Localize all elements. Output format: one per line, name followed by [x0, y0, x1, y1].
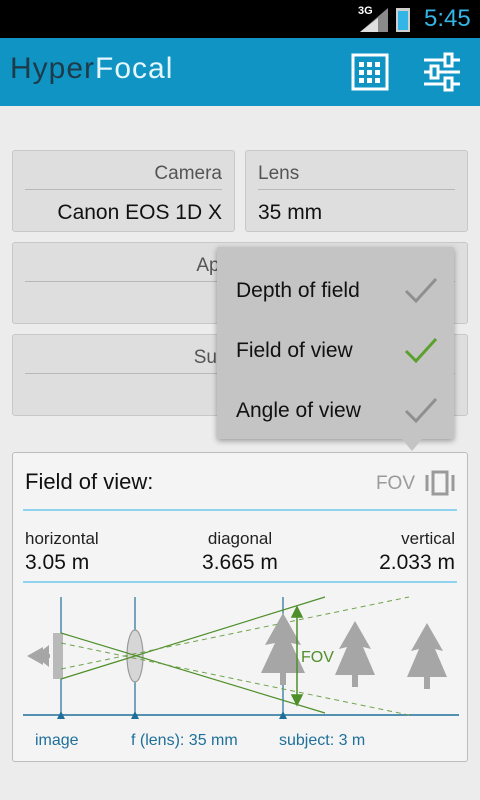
fov-diagram: FOV image f (lens): 35 mm subject: 3 m	[23, 596, 459, 749]
menu-item-label: Angle of view	[236, 399, 361, 422]
calendar-icon[interactable]	[348, 52, 392, 92]
tree-icon	[335, 621, 375, 687]
fov-panel: Field of view: FOV horizontal diagonal v…	[12, 452, 468, 762]
sensor-shape	[53, 633, 63, 679]
divider	[25, 189, 222, 190]
subject-distance-label: subject: 3 m	[279, 732, 365, 749]
subject-tree-icon	[261, 613, 305, 685]
menu-item-angle-of-view[interactable]: Angle of view	[217, 375, 454, 435]
app-title-part1: Hyper	[10, 52, 96, 85]
lens-value: 35 mm	[258, 201, 323, 224]
small-tree-icon	[27, 645, 50, 667]
check-icon	[404, 277, 438, 304]
vertical-value: 2.033 m	[379, 551, 455, 574]
signal-icon	[360, 8, 388, 32]
menu-item-label: Depth of field	[236, 279, 360, 302]
menu-item-field-of-view[interactable]: Field of view	[217, 315, 454, 375]
popup-arrow	[402, 439, 422, 451]
divider	[258, 189, 455, 190]
app-title-part2: Focal	[95, 52, 174, 85]
fov-tag[interactable]: FOV	[376, 473, 415, 495]
mode-popup-menu: Depth of field Field of view Angle of vi…	[217, 247, 454, 439]
lens-selector[interactable]: Lens 35 mm	[245, 150, 468, 232]
divider	[23, 509, 457, 511]
menu-item-label: Field of view	[236, 339, 353, 362]
battery-icon	[396, 8, 410, 32]
settings-sliders-icon[interactable]	[420, 52, 464, 92]
camera-selector[interactable]: Camera Canon EOS 1D X	[12, 150, 235, 232]
lens-label: Lens	[258, 163, 300, 184]
clock: 5:45	[424, 5, 471, 32]
fov-arrow-label: FOV	[301, 649, 334, 666]
menu-item-depth-of-field[interactable]: Depth of field	[217, 255, 454, 315]
tree-icon	[407, 623, 447, 689]
diagonal-label: diagonal	[207, 529, 273, 548]
check-icon	[404, 397, 438, 424]
camera-label: Camera	[154, 163, 222, 184]
status-bar: 3G 5:45	[0, 0, 480, 38]
fov-title: Field of view:	[25, 469, 154, 494]
app-title: HyperFocal	[10, 52, 173, 86]
action-bar: HyperFocal	[0, 38, 480, 106]
fov-frame-icon[interactable]	[425, 469, 455, 497]
camera-value: Canon EOS 1D X	[57, 201, 222, 224]
check-icon-selected	[404, 337, 438, 364]
lens-label: f (lens): 35 mm	[131, 732, 238, 749]
image-label: image	[35, 732, 79, 749]
vertical-label: vertical	[401, 529, 455, 548]
